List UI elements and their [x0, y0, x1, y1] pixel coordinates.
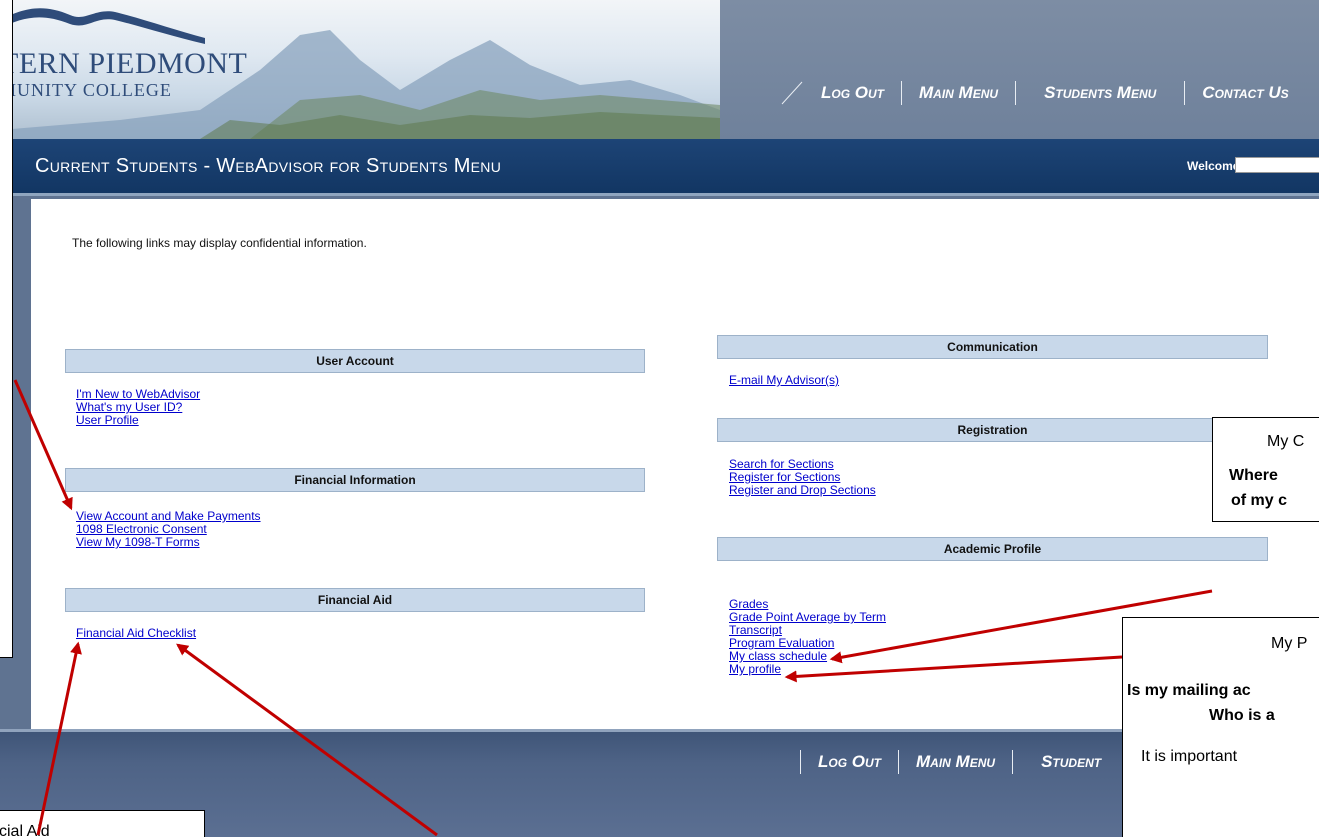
section-header-communication: Communication	[717, 335, 1268, 359]
main-menu-link[interactable]: Main Menu	[902, 83, 1015, 103]
annotation-prof-line2: Is my mailing ac	[1127, 682, 1251, 699]
confidential-notice: The following links may display confiden…	[72, 236, 367, 250]
logo-text-line2: MUNITY COLLEGE	[0, 80, 172, 100]
annotation-prof-line4: It is important	[1141, 748, 1238, 765]
logout-link[interactable]: Log Out	[804, 83, 901, 103]
section-header-academic-profile: Academic Profile	[717, 537, 1268, 561]
logout-link-bottom[interactable]: Log Out	[801, 752, 898, 772]
annotation-prof-title: My P	[1271, 635, 1308, 652]
registration-links: Search for Sections Register for Section…	[729, 458, 876, 497]
section-header-financial-aid: Financial Aid	[65, 588, 645, 612]
annotation-aid-text: cial Aid	[0, 823, 50, 837]
title-bar: Current Students - WebAdvisor for Studen…	[0, 139, 1319, 196]
annotation-sched-line2: Where	[1229, 467, 1278, 484]
logo-text-line1: TERN PIEDMONT	[0, 47, 248, 80]
annotation-box-left	[0, 0, 13, 658]
link-email-advisor[interactable]: E-mail My Advisor(s)	[729, 374, 839, 387]
bottom-nav: Log Out Main Menu Student	[800, 747, 1118, 777]
top-nav: Log Out Main Menu Students Menu Contact …	[780, 78, 1306, 108]
section-header-registration: Registration	[717, 418, 1268, 442]
annotation-sched-title: My C	[1267, 433, 1305, 450]
nav-slash-divider-icon	[781, 81, 803, 105]
financial-aid-links: Financial Aid Checklist	[76, 627, 196, 640]
annotation-box-class-schedule: My C Where of my c	[1212, 417, 1319, 522]
annotation-box-profile: My P Is my mailing ac Who is a It is imp…	[1122, 617, 1319, 837]
link-user-profile[interactable]: User Profile	[76, 414, 200, 427]
annotation-prof-line3: Who is a	[1209, 707, 1275, 724]
welcome-label: Welcome	[1187, 159, 1240, 173]
financial-information-links: View Account and Make Payments 1098 Elec…	[76, 510, 261, 549]
user-account-links: I'm New to WebAdvisor What's my User ID?…	[76, 388, 200, 427]
main-menu-link-bottom[interactable]: Main Menu	[899, 752, 1012, 772]
section-header-financial-information: Financial Information	[65, 468, 645, 492]
section-header-user-account: User Account	[65, 349, 645, 373]
page-title: Current Students - WebAdvisor for Studen…	[35, 155, 502, 177]
students-menu-link-bottom[interactable]: Student	[1013, 752, 1118, 772]
annotation-box-financial-aid: cial Aid	[0, 810, 205, 837]
students-menu-link[interactable]: Students Menu	[1016, 83, 1184, 103]
college-logo[interactable]: TERN PIEDMONT MUNITY COLLEGE	[0, 0, 720, 139]
link-my-profile[interactable]: My profile	[729, 663, 886, 676]
annotation-sched-line3: of my c	[1231, 492, 1288, 509]
link-financial-aid-checklist[interactable]: Financial Aid Checklist	[76, 627, 196, 640]
communication-links: E-mail My Advisor(s)	[729, 374, 839, 387]
header-banner: TERN PIEDMONT MUNITY COLLEGE Log Out Mai…	[0, 0, 1319, 139]
academic-profile-links: Grades Grade Point Average by Term Trans…	[729, 598, 886, 676]
link-view-1098t-forms[interactable]: View My 1098-T Forms	[76, 536, 261, 549]
contact-us-link[interactable]: Contact Us	[1185, 83, 1305, 103]
link-register-drop-sections[interactable]: Register and Drop Sections	[729, 484, 876, 497]
welcome-user-box	[1235, 157, 1319, 173]
